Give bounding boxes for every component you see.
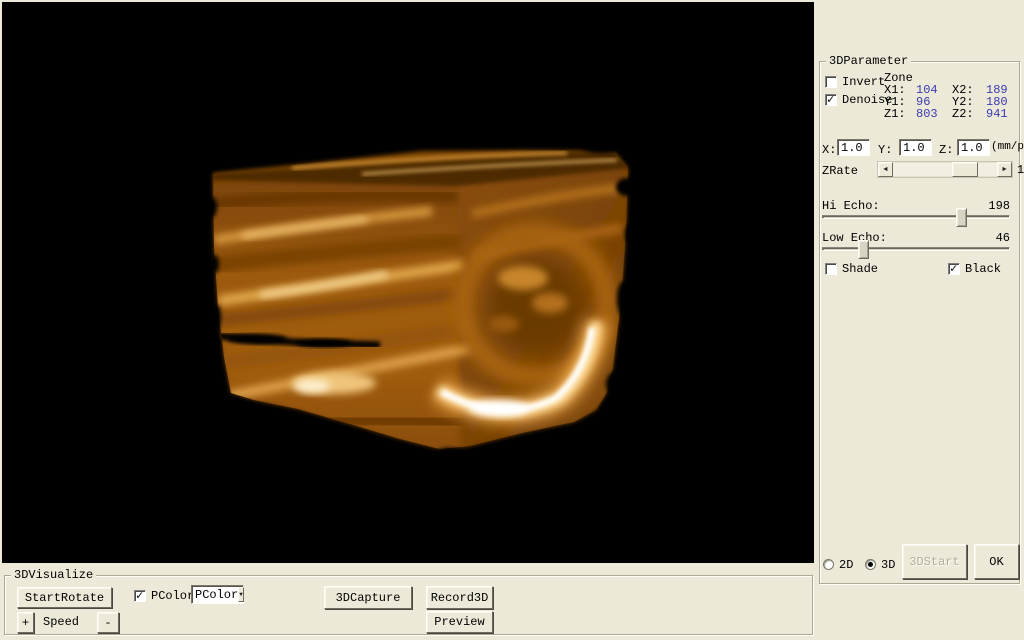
hi-echo-slider[interactable]: [822, 215, 1010, 219]
scale-x-label: X:: [822, 143, 836, 157]
zrate-scroll-right-arrow-icon[interactable]: ►: [997, 162, 1012, 177]
zone-z2-label: Z2:: [952, 107, 974, 121]
zrate-scrollbar[interactable]: ◄ ►: [877, 161, 1013, 178]
invert-label: Invert: [842, 75, 885, 89]
black-label: Black: [965, 262, 1001, 276]
scale-y-label: Y:: [878, 143, 892, 157]
mode-3d-radio[interactable]: [865, 559, 876, 570]
black-checkbox[interactable]: [948, 263, 960, 275]
zone-z1-value: 803: [916, 107, 938, 121]
shade-label: Shade: [842, 262, 878, 276]
speed-minus-button[interactable]: -: [97, 612, 119, 633]
hi-echo-value: 198: [965, 199, 1010, 213]
pcolor-dropdown-value: PColor: [192, 588, 238, 602]
start-rotate-button[interactable]: StartRotate: [17, 587, 112, 608]
3d-viewport[interactable]: [2, 2, 814, 563]
scale-unit-label: (mm/p): [991, 140, 1024, 154]
zrate-label: ZRate: [822, 164, 858, 178]
pcolor-dropdown[interactable]: PColor ▼: [191, 585, 244, 604]
dropdown-arrow-icon[interactable]: ▼: [238, 587, 244, 602]
low-echo-slider-thumb[interactable]: [858, 240, 869, 259]
zone-z1-label: Z1:: [884, 107, 906, 121]
app-window: 3DParameter Invert Denoise Zone X1: 104 …: [0, 0, 1024, 640]
preview-button[interactable]: Preview: [426, 611, 493, 633]
visualize-groupbox: 3DVisualize StartRotate PColor PColor ▼ …: [4, 575, 813, 635]
low-echo-label: Low Echo:: [822, 231, 887, 245]
mode-2d-label: 2D: [839, 558, 853, 572]
3dcapture-button[interactable]: 3DCapture: [324, 586, 412, 609]
zone-z2-value: 941: [986, 107, 1008, 121]
scale-y-input[interactable]: [899, 139, 932, 156]
pcolor-label: PColor: [151, 589, 194, 603]
hi-echo-slider-thumb[interactable]: [956, 208, 967, 227]
scale-x-input[interactable]: [837, 139, 870, 156]
ultrasound-volume-render: [2, 2, 814, 563]
record3d-button[interactable]: Record3D: [426, 586, 493, 609]
parameter-groupbox: 3DParameter Invert Denoise Zone X1: 104 …: [819, 61, 1020, 584]
hi-echo-label: Hi Echo:: [822, 199, 880, 213]
3dstart-button[interactable]: 3DStart: [902, 544, 967, 579]
scale-z-input[interactable]: [957, 139, 990, 156]
visualize-groupbox-title: 3DVisualize: [11, 568, 96, 582]
parameter-groupbox-title: 3DParameter: [826, 54, 911, 68]
low-echo-value: 46: [965, 231, 1010, 245]
scale-z-label: Z:: [939, 143, 953, 157]
mode-2d-radio[interactable]: [823, 559, 834, 570]
speed-label: Speed: [43, 615, 79, 629]
denoise-checkbox[interactable]: [825, 94, 837, 106]
mode-3d-label: 3D: [881, 558, 895, 572]
low-echo-slider[interactable]: [822, 247, 1010, 251]
zrate-value: 1: [1017, 163, 1024, 177]
invert-checkbox[interactable]: [825, 76, 837, 88]
pcolor-checkbox[interactable]: [134, 590, 146, 602]
shade-checkbox[interactable]: [825, 263, 837, 275]
zrate-scroll-left-arrow-icon[interactable]: ◄: [878, 162, 893, 177]
speed-plus-button[interactable]: +: [17, 612, 34, 633]
ok-button[interactable]: OK: [974, 544, 1019, 579]
zrate-scrollbar-thumb[interactable]: [952, 162, 978, 177]
